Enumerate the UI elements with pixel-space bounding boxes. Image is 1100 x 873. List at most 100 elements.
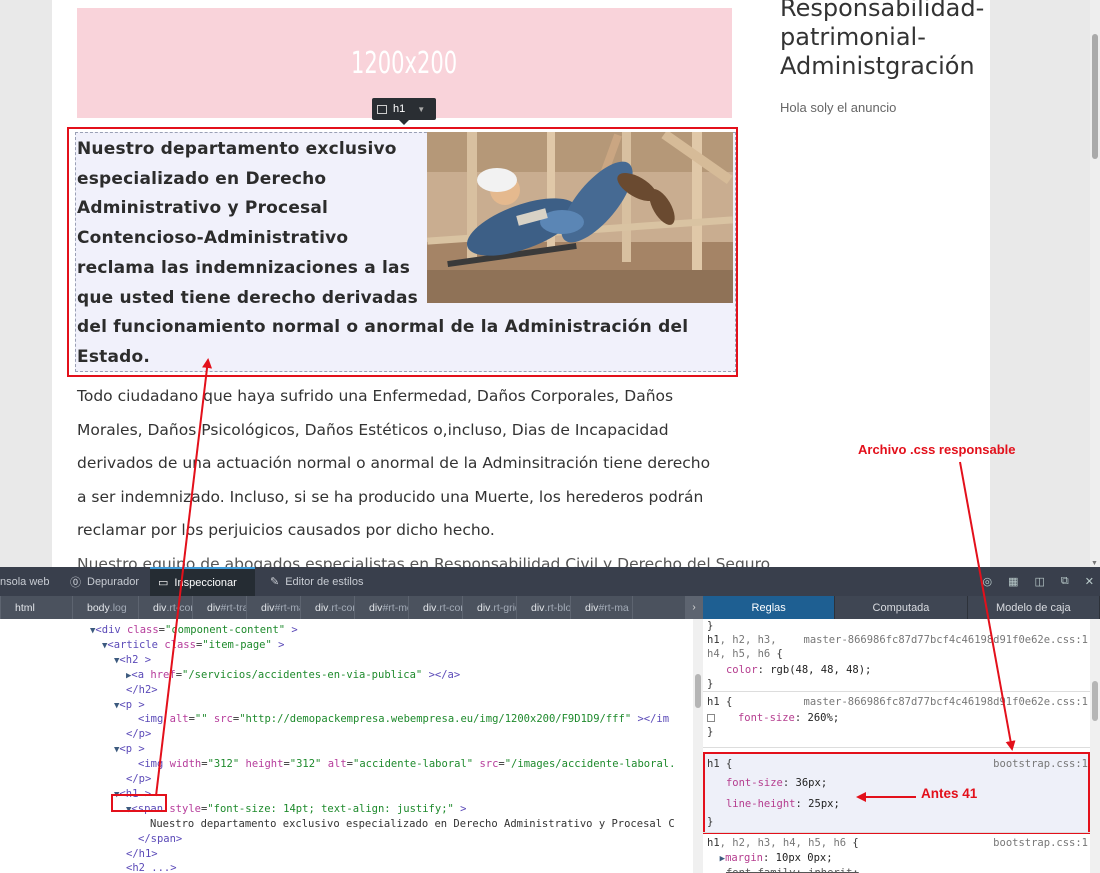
tab-console[interactable]: nsola web <box>0 567 58 596</box>
sidebar-title-line: Administgración <box>780 52 975 80</box>
tab-rules[interactable]: Reglas <box>703 596 836 619</box>
markup-node[interactable]: ▼<span style="font-size: 14pt; text-alig… <box>126 802 467 817</box>
tab-computed[interactable]: Computada <box>835 596 968 619</box>
rule-line[interactable]: h1, h2, h3, h4, h5, h6 { <box>707 836 859 850</box>
markup-node[interactable]: <img width="312" height="312" alt="accid… <box>138 757 675 772</box>
rule-line[interactable]: } <box>707 677 713 691</box>
paragraph-line: a ser indemnizado. Incluso, si se ha pro… <box>77 487 704 506</box>
rule-line[interactable]: } <box>707 619 713 633</box>
scroll-down-icon[interactable]: ▼ <box>1091 560 1098 567</box>
page-content: 1200x200 h1 ▼ Nuestro departamento exclu… <box>52 0 990 567</box>
rule-line[interactable]: h4, h5, h6 { <box>707 647 783 661</box>
markup-node[interactable]: </p> <box>126 772 151 787</box>
h1-annotation-box <box>67 127 738 377</box>
breadcrumb-item[interactable]: div#rt-ma <box>571 596 633 619</box>
breadcrumb-class: .log <box>109 601 127 614</box>
rule-divider <box>703 747 1090 748</box>
markup-node[interactable]: </h2> <box>126 683 158 698</box>
page-scrollbar[interactable]: ▼ <box>1090 0 1100 567</box>
breadcrumb-item[interactable]: div .rt-cor <box>139 596 193 619</box>
markup-node[interactable]: ▼<div class="component-content" > <box>90 623 298 638</box>
breadcrumb-tag: div <box>261 601 275 614</box>
markup-node[interactable]: ▶<a href="/servicios/accidentes-en-via-p… <box>126 668 460 683</box>
page-scrollbar-thumb[interactable] <box>1092 34 1098 159</box>
antes-annotation: Antes 41 <box>921 786 978 801</box>
breadcrumb-class: .rt-blo <box>544 601 571 614</box>
rule-line[interactable]: color: rgb(48, 48, 48); <box>707 663 871 677</box>
markup-view[interactable]: ▼<div class="component-content" > ▼<artic… <box>0 619 693 873</box>
rule-source-link[interactable]: master-866986fc87d77bcf4c46198d91f0e62e.… <box>804 695 1088 709</box>
paint-flashing-icon[interactable]: ▦ <box>1008 575 1018 588</box>
markup-node[interactable]: </p> <box>126 727 151 742</box>
breadcrumb-class: .rt-cor <box>328 601 355 614</box>
paragraph-line: Todo ciudadano que haya sufrido una Enfe… <box>77 387 674 405</box>
breadcrumb-class: #rt-tra <box>220 601 247 614</box>
breadcrumb-scroll-icon[interactable]: › <box>685 596 703 619</box>
breadcrumb-tag: div <box>585 601 599 614</box>
inspector-element-tag[interactable]: h1 ▼ <box>372 98 436 125</box>
markup-scrollbar[interactable] <box>693 619 703 873</box>
rules-scrollbar-thumb[interactable] <box>1092 681 1098 721</box>
rule-line[interactable]: h1, h2, h3, <box>707 633 777 647</box>
rule-line[interactable]: h1 { <box>707 757 732 771</box>
rule-line[interactable]: font-size: 36px; <box>707 776 827 790</box>
rule-divider <box>703 832 1090 833</box>
breadcrumb-item[interactable]: div#rt-mc <box>355 596 409 619</box>
breadcrumb-tag: div <box>369 601 383 614</box>
rule-line[interactable]: line-height: 25px; <box>707 797 840 811</box>
rules-view[interactable]: } h1, h2, h3, master-866986fc87d77bcf4c461… <box>703 619 1090 873</box>
rule-line[interactable]: font-family: inherit; <box>707 866 859 873</box>
breadcrumb-item[interactable]: body .log <box>73 596 139 619</box>
body-paragraph: Todo ciudadano que haya sufrido una Enfe… <box>77 380 737 548</box>
dropdown-arrow-icon: ▼ <box>417 104 426 114</box>
rule-line[interactable]: font-size: 260%; <box>707 711 839 725</box>
sidebar-title: Responsabilidad- patrimonial- Administgr… <box>780 0 984 81</box>
rule-source-link[interactable]: bootstrap.css:1 <box>993 757 1088 771</box>
breadcrumb-class: #rt-ma <box>274 601 300 614</box>
inspector-icon: ▭ <box>158 577 169 589</box>
markup-node[interactable]: <h2 ...> <box>126 861 177 873</box>
rule-line[interactable]: } <box>707 725 713 739</box>
breadcrumb-class: .rt-grid <box>490 601 516 614</box>
breadcrumb-item[interactable]: div #rt-tra <box>193 596 247 619</box>
tab-style-editor[interactable]: ✎ Editor de estilos <box>262 567 371 596</box>
markup-scrollbar-thumb[interactable] <box>695 674 701 708</box>
markup-node[interactable]: ▼<h2 > <box>114 653 151 668</box>
style-editor-icon: ✎ <box>270 576 280 588</box>
breadcrumb-item[interactable]: div.rt-grid <box>463 596 517 619</box>
breadcrumb-item[interactable]: div .rt-cor <box>409 596 463 619</box>
markup-node[interactable]: Nuestro departamento exclusivo especiali… <box>150 817 675 832</box>
tab-style-editor-label: Editor de estilos <box>285 575 364 588</box>
node-picker-icon <box>377 104 387 114</box>
markup-node[interactable]: </span> <box>138 832 182 847</box>
breadcrumb-item[interactable]: div#rt-ma <box>247 596 301 619</box>
paragraph-line: Morales, Daños Psicológicos, Daños Estét… <box>77 420 669 439</box>
breadcrumb-item[interactable]: div .rt-cor <box>301 596 355 619</box>
h1-node-annotation-box <box>111 794 167 812</box>
rules-scrollbar[interactable] <box>1090 619 1100 873</box>
rule-source-link[interactable]: bootstrap.css:1 <box>993 836 1088 850</box>
markup-node[interactable]: ▼<article class="item-page" > <box>102 638 284 653</box>
devtools-toolbar: nsola web ⓪ Depurador ▭ Inspeccionar ✎ E… <box>0 567 1100 596</box>
rule-line[interactable]: h1 { <box>707 695 732 709</box>
rule-source-link[interactable]: master-866986fc87d77bcf4c46198d91f0e62e.… <box>804 633 1088 647</box>
tab-debugger[interactable]: ⓪ Depurador <box>62 567 147 596</box>
tab-box-model[interactable]: Modelo de caja <box>968 596 1100 619</box>
checkbox-icon[interactable] <box>707 714 715 722</box>
tab-inspector[interactable]: ▭ Inspeccionar <box>150 567 255 596</box>
breadcrumb-class: .rt-cor <box>436 601 463 614</box>
rule-line[interactable]: ▶margin: 10px 0px; <box>707 851 833 865</box>
markup-node[interactable]: </h1> <box>126 847 158 862</box>
breadcrumb-item[interactable]: html <box>1 596 73 619</box>
tab-console-label: nsola web <box>0 575 50 588</box>
dock-icon[interactable]: ◫ <box>1035 575 1045 588</box>
responsive-icon[interactable]: ◎ <box>983 575 993 588</box>
breadcrumb-item[interactable]: div .rt-blo <box>517 596 571 619</box>
debugger-icon: ⓪ <box>70 576 81 589</box>
rule-line[interactable]: } <box>707 815 713 829</box>
close-icon[interactable]: ✕ <box>1085 575 1094 588</box>
markup-node[interactable]: ▼<p > <box>114 742 145 757</box>
markup-node[interactable]: <img alt="" src="http://demopackempresa.… <box>138 712 669 727</box>
markup-node[interactable]: ▼<p > <box>114 698 145 713</box>
undock-icon[interactable]: ⧉ <box>1061 575 1069 588</box>
